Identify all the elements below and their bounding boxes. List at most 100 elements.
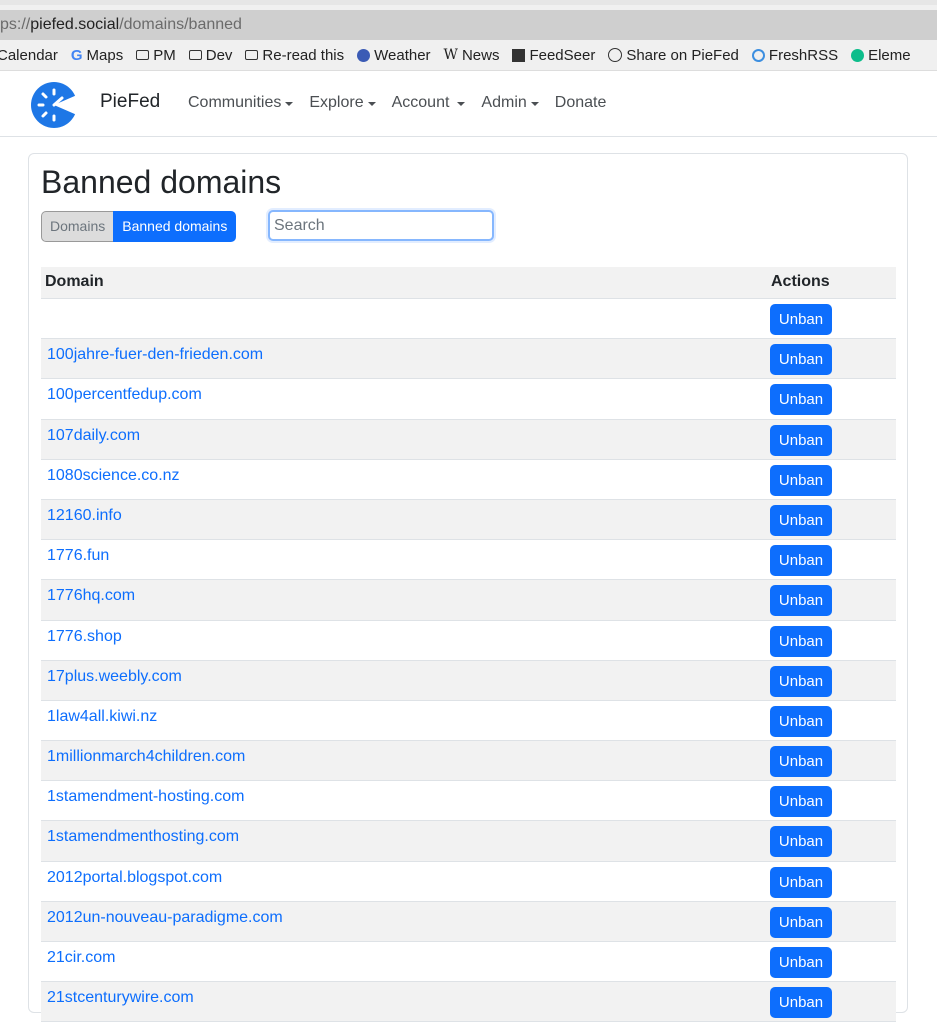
nav-explore[interactable]: Explore bbox=[309, 94, 376, 112]
bookmark-dev[interactable]: Dev bbox=[188, 46, 233, 64]
bookmark-reread[interactable]: Re-read this bbox=[245, 47, 344, 64]
nav-label: Communities bbox=[188, 94, 282, 111]
caret-down-icon bbox=[457, 102, 466, 106]
folder-icon bbox=[188, 50, 202, 60]
table-header: Domain Actions bbox=[41, 267, 896, 299]
bookmark-label: Dev bbox=[205, 46, 233, 64]
table-row: 1stamendment-hosting.com Unban bbox=[41, 781, 896, 822]
bookmark-label: FeedSeer bbox=[529, 46, 596, 64]
domain-link[interactable]: 2012un-nouveau-paradigme.com bbox=[47, 909, 283, 927]
unban-button[interactable]: Unban bbox=[770, 826, 832, 858]
nav-donate[interactable]: Donate bbox=[555, 94, 607, 112]
domain-link[interactable]: 100jahre-fuer-den-frieden.com bbox=[47, 346, 263, 364]
browser-url-bar: ps://piefed.social/domains/banned bbox=[0, 0, 937, 40]
nav-account[interactable]: Account bbox=[392, 94, 466, 112]
bookmark-element[interactable]: Eleme bbox=[851, 47, 911, 64]
url-path: /domains/banned bbox=[119, 16, 242, 33]
bookmark-weather[interactable]: Weather bbox=[357, 47, 431, 64]
address-field[interactable]: ps://piefed.social/domains/banned bbox=[0, 10, 937, 40]
bookmark-freshrss[interactable]: FreshRSS bbox=[751, 46, 839, 64]
domain-link[interactable]: 1law4all.kiwi.nz bbox=[47, 708, 157, 726]
site-navbar: PieFed Communities Explore Account Admin… bbox=[0, 71, 937, 137]
table-row: 1776hq.com Unban bbox=[41, 580, 896, 621]
unban-button[interactable]: Unban bbox=[770, 786, 832, 818]
unban-button[interactable]: Unban bbox=[770, 504, 832, 536]
nav-admin[interactable]: Admin bbox=[481, 94, 539, 112]
bookmark-label: Re-read this bbox=[262, 46, 345, 64]
unban-button[interactable]: Unban bbox=[770, 705, 832, 737]
nav-label: Donate bbox=[554, 94, 607, 111]
domain-link[interactable]: 2012portal.blogspot.com bbox=[47, 869, 222, 887]
search-input[interactable] bbox=[268, 210, 494, 241]
domain-link[interactable]: 1millionmarch4children.com bbox=[47, 748, 245, 766]
unban-button[interactable]: Unban bbox=[770, 424, 832, 456]
brand-name[interactable]: PieFed bbox=[100, 91, 160, 113]
domain-link[interactable]: 12160.info bbox=[47, 507, 122, 525]
feedseer-icon bbox=[512, 48, 526, 62]
page-title: Banned domains bbox=[41, 164, 282, 200]
table-row: 1law4all.kiwi.nz Unban bbox=[41, 700, 896, 742]
bookmark-maps[interactable]: G Maps bbox=[71, 47, 123, 64]
table-row: 1080science.co.nz Unban bbox=[41, 459, 896, 500]
header-actions: Actions bbox=[771, 273, 830, 290]
bookmark-pm[interactable]: PM bbox=[136, 47, 176, 64]
unban-button[interactable]: Unban bbox=[770, 987, 832, 1019]
bookmark-calendar[interactable]: Calendar bbox=[0, 47, 58, 64]
unban-button[interactable]: Unban bbox=[770, 304, 832, 335]
table-row: 1776.fun Unban bbox=[41, 540, 896, 581]
bookmark-feedseer[interactable]: FeedSeer bbox=[512, 47, 595, 64]
domain-link[interactable]: 1776.shop bbox=[47, 628, 122, 646]
bookmark-share-piefed[interactable]: Share on PieFed bbox=[608, 47, 739, 64]
unban-button[interactable]: Unban bbox=[770, 464, 832, 496]
bookmark-news[interactable]: W News bbox=[444, 47, 500, 64]
table-row: 1millionmarch4children.com Unban bbox=[41, 741, 896, 782]
unban-button[interactable]: Unban bbox=[770, 665, 832, 697]
domain-link[interactable]: 1080science.co.nz bbox=[47, 467, 180, 485]
unban-button[interactable]: Unban bbox=[770, 545, 832, 577]
domain-link[interactable]: 1stamendment-hosting.com bbox=[47, 788, 244, 806]
piefed-logo-icon[interactable] bbox=[30, 81, 78, 129]
domain-link[interactable]: 1stamendmenthosting.com bbox=[47, 828, 239, 846]
domain-link[interactable]: 100percentfedup.com bbox=[47, 386, 202, 404]
bookmark-label: Eleme bbox=[868, 46, 911, 64]
table-row: 2012un-nouveau-paradigme.com Unban bbox=[41, 901, 896, 942]
tab-domains[interactable]: Domains bbox=[41, 211, 114, 242]
table-row: 1776.shop Unban bbox=[41, 620, 896, 661]
table-row: 12160.info Unban bbox=[41, 499, 896, 541]
unban-button[interactable]: Unban bbox=[770, 866, 832, 898]
domain-tabs: Domains Banned domains bbox=[41, 211, 237, 242]
weather-icon bbox=[357, 48, 371, 62]
url-prefix: ps:// bbox=[0, 16, 31, 33]
wikipedia-icon: W bbox=[443, 47, 458, 63]
domain-link[interactable]: 1776hq.com bbox=[47, 587, 135, 605]
caret-down-icon bbox=[530, 102, 539, 106]
domain-link[interactable]: 21cir.com bbox=[47, 949, 115, 967]
bookmark-label: FreshRSS bbox=[768, 46, 839, 64]
domain-link[interactable]: 17plus.weebly.com bbox=[47, 668, 182, 686]
unban-button[interactable]: Unban bbox=[770, 585, 832, 617]
nav-label: Explore bbox=[309, 94, 364, 111]
unban-button[interactable]: Unban bbox=[770, 384, 832, 416]
unban-button[interactable]: Unban bbox=[770, 746, 832, 778]
domain-link[interactable]: 107daily.com bbox=[47, 427, 140, 445]
bookmarks-bar: Calendar G Maps PM Dev Re-read this Weat… bbox=[0, 40, 937, 71]
table-row: 21cir.com Unban bbox=[41, 942, 896, 983]
unban-button[interactable]: Unban bbox=[770, 906, 832, 938]
main-nav: Communities Explore Account Admin Donate bbox=[188, 94, 622, 112]
unban-button[interactable]: Unban bbox=[770, 625, 832, 657]
unban-button[interactable]: Unban bbox=[770, 947, 832, 978]
header-domain: Domain bbox=[45, 273, 104, 290]
caret-down-icon bbox=[285, 102, 294, 106]
globe-icon bbox=[608, 48, 623, 62]
domain-link[interactable]: 21stcenturywire.com bbox=[47, 989, 194, 1007]
table-body: Unban 100jahre-fuer-den-frieden.com Unban 1… bbox=[41, 299, 896, 1022]
google-icon: G bbox=[70, 46, 83, 64]
nav-communities[interactable]: Communities bbox=[188, 94, 294, 112]
bookmark-label: Calendar bbox=[0, 46, 58, 64]
tab-banned-domains[interactable]: Banned domains bbox=[113, 211, 237, 242]
table-row: 1stamendmenthosting.com Unban bbox=[41, 821, 896, 862]
table-row: 107daily.com Unban bbox=[41, 419, 896, 460]
unban-button[interactable]: Unban bbox=[770, 344, 832, 376]
freshrss-icon bbox=[751, 48, 765, 62]
domain-link[interactable]: 1776.fun bbox=[47, 547, 109, 565]
